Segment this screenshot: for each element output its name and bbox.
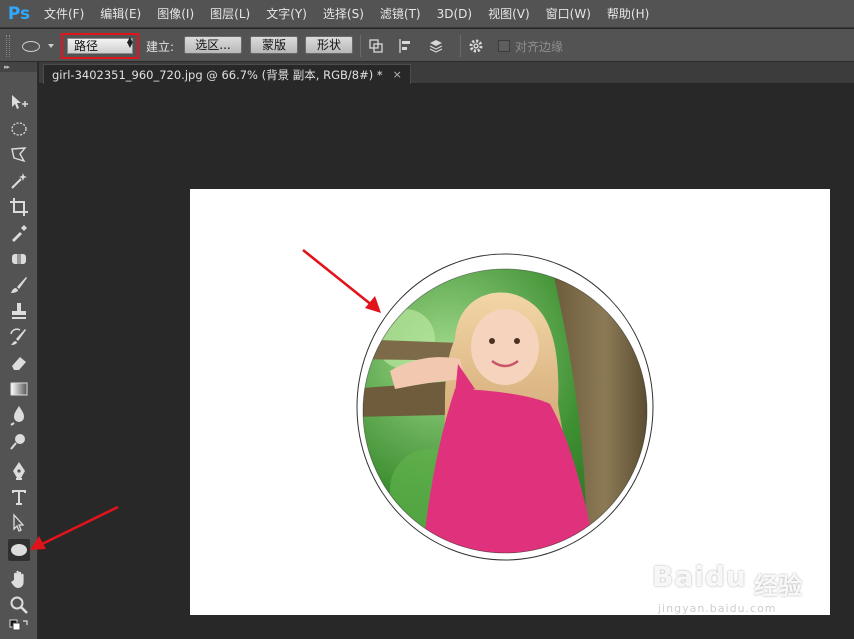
close-icon[interactable]: × (393, 65, 402, 85)
elliptical-marquee-tool-icon[interactable] (8, 118, 30, 140)
menu-edit[interactable]: 编辑(E) (92, 0, 149, 28)
align-edges-checkbox[interactable] (498, 40, 510, 52)
updown-arrows-icon: ▲ ▼ (126, 35, 133, 49)
document-tab-title: girl-3402351_960_720.jpg @ 66.7% (背景 副本,… (52, 67, 383, 82)
dodge-tool-icon[interactable] (8, 430, 30, 452)
annotation-arrow (30, 505, 119, 550)
blur-tool-icon[interactable] (8, 404, 30, 426)
tool-mode-value: 路径 (67, 38, 133, 54)
ellipse-icon (22, 40, 40, 52)
menu-window[interactable]: 窗口(W) (538, 0, 599, 28)
eyedropper-tool-icon[interactable] (8, 222, 30, 244)
annotation-arrow (302, 248, 381, 313)
make-mask-button[interactable]: 蒙版 (250, 36, 298, 54)
make-selection-button[interactable]: 选区... (184, 36, 242, 54)
build-label: 建立: (146, 40, 175, 54)
path-operations-icon[interactable] (368, 38, 384, 54)
pen-tool-icon[interactable] (8, 460, 30, 482)
magic-wand-tool-icon[interactable] (8, 170, 30, 192)
watermark-logo: Baidu (652, 560, 747, 593)
tool-mode-select[interactable]: 路径 ▲ ▼ (61, 33, 139, 59)
zoom-tool-icon[interactable] (8, 594, 30, 616)
menu-select[interactable]: 选择(S) (315, 0, 372, 28)
make-shape-button[interactable]: 形状 (305, 36, 353, 54)
clone-stamp-tool-icon[interactable] (8, 300, 30, 322)
canvas-image (356, 253, 654, 561)
document-canvas[interactable] (190, 189, 830, 615)
watermark-cn: 经验 (754, 572, 802, 600)
menu-help[interactable]: 帮助(H) (599, 0, 657, 28)
options-grip[interactable] (6, 35, 10, 57)
hand-tool-icon[interactable] (8, 568, 30, 590)
document-tab[interactable]: girl-3402351_960_720.jpg @ 66.7% (背景 副本,… (43, 64, 411, 84)
move-tool-icon[interactable] (8, 92, 30, 114)
document-tab-bar: girl-3402351_960_720.jpg @ 66.7% (背景 副本,… (39, 62, 854, 84)
options-bar: 路径 ▲ ▼ 建立: 选区... 蒙版 形状 对齐边缘 (0, 29, 854, 62)
gradient-tool-icon[interactable] (8, 378, 30, 400)
chevron-down-icon (48, 44, 54, 48)
menu-view[interactable]: 视图(V) (480, 0, 538, 28)
menu-image[interactable]: 图像(I) (149, 0, 202, 28)
tool-preset-picker[interactable] (18, 37, 58, 55)
options-separator (360, 35, 361, 57)
options-separator (460, 35, 461, 57)
healing-brush-tool-icon[interactable] (8, 248, 30, 270)
menu-filter[interactable]: 滤镜(T) (372, 0, 429, 28)
path-alignment-icon[interactable] (398, 38, 414, 54)
menu-type[interactable]: 文字(Y) (258, 0, 315, 28)
menu-3d[interactable]: 3D(D) (429, 0, 480, 28)
tools-panel-header[interactable]: ▸▸ (0, 62, 37, 72)
eraser-tool-icon[interactable] (8, 352, 30, 374)
crop-tool-icon[interactable] (8, 196, 30, 218)
photoshop-logo: Ps (7, 3, 31, 24)
history-brush-tool-icon[interactable] (8, 326, 30, 348)
path-arrangement-icon[interactable] (428, 38, 444, 54)
brush-tool-icon[interactable] (8, 274, 30, 296)
menu-layer[interactable]: 图层(L) (202, 0, 258, 28)
gear-icon[interactable] (468, 38, 484, 54)
align-edges-label: 对齐边缘 (515, 40, 564, 54)
polygonal-lasso-tool-icon[interactable] (8, 144, 30, 166)
menu-file[interactable]: 文件(F) (36, 0, 92, 28)
default-colors-icon[interactable] (8, 618, 30, 639)
menu-bar: Ps 文件(F) 编辑(E) 图像(I) 图层(L) 文字(Y) 选择(S) 滤… (0, 0, 854, 28)
baidu-watermark: Baidu 经验 jingyan.baidu.com (646, 560, 846, 630)
watermark-url: jingyan.baidu.com (658, 602, 777, 615)
